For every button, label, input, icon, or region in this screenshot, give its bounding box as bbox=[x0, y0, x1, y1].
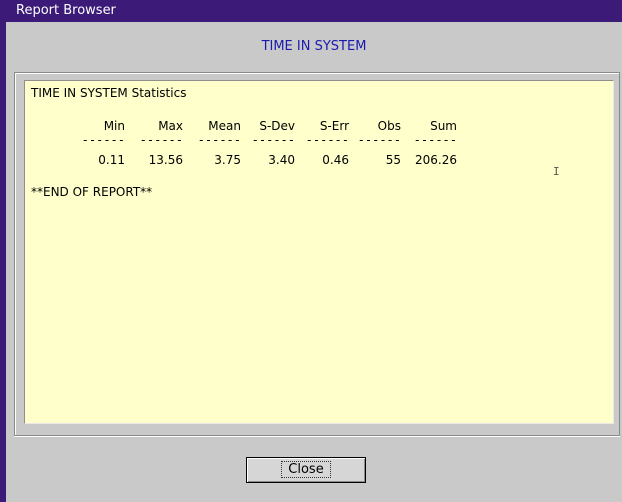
value-sdev: 3.40 bbox=[268, 153, 295, 167]
report-title: TIME IN SYSTEM Statistics bbox=[31, 86, 187, 100]
separator: ------ bbox=[197, 133, 241, 147]
column-header-min: Min bbox=[103, 119, 125, 133]
i-beam-cursor-icon: I bbox=[553, 165, 560, 178]
value-max: 13.56 bbox=[148, 153, 183, 167]
separator: ------ bbox=[251, 133, 295, 147]
value-sum: 206.26 bbox=[415, 153, 457, 167]
column-header-sum: Sum bbox=[430, 119, 457, 133]
column-header-serr: S-Err bbox=[319, 119, 349, 133]
close-button[interactable]: Close bbox=[246, 457, 366, 483]
window-title: Report Browser bbox=[6, 0, 622, 22]
end-of-report: **END OF REPORT** bbox=[31, 185, 153, 199]
report-header: TIME IN SYSTEM bbox=[261, 39, 367, 54]
value-serr: 0.46 bbox=[322, 153, 349, 167]
close-button-label: Close bbox=[281, 461, 331, 478]
column-header-sdev: S-Dev bbox=[259, 119, 295, 133]
separator: ------ bbox=[305, 133, 349, 147]
value-obs: 55 bbox=[385, 153, 401, 167]
report-text-area[interactable]: TIME IN SYSTEM Statistics Min Max Mean S… bbox=[24, 80, 614, 424]
separator: ------ bbox=[81, 133, 125, 147]
column-header-obs: Obs bbox=[377, 119, 401, 133]
column-header-mean: Mean bbox=[208, 119, 241, 133]
column-header-max: Max bbox=[158, 119, 183, 133]
separator: ------ bbox=[413, 133, 457, 147]
separator: ------ bbox=[139, 133, 183, 147]
value-min: 0.11 bbox=[98, 153, 125, 167]
separator: ------ bbox=[357, 133, 401, 147]
divider bbox=[14, 436, 620, 437]
report-browser-window: Report Browser TIME IN SYSTEM TIME IN SY… bbox=[0, 0, 622, 502]
value-mean: 3.75 bbox=[214, 153, 241, 167]
